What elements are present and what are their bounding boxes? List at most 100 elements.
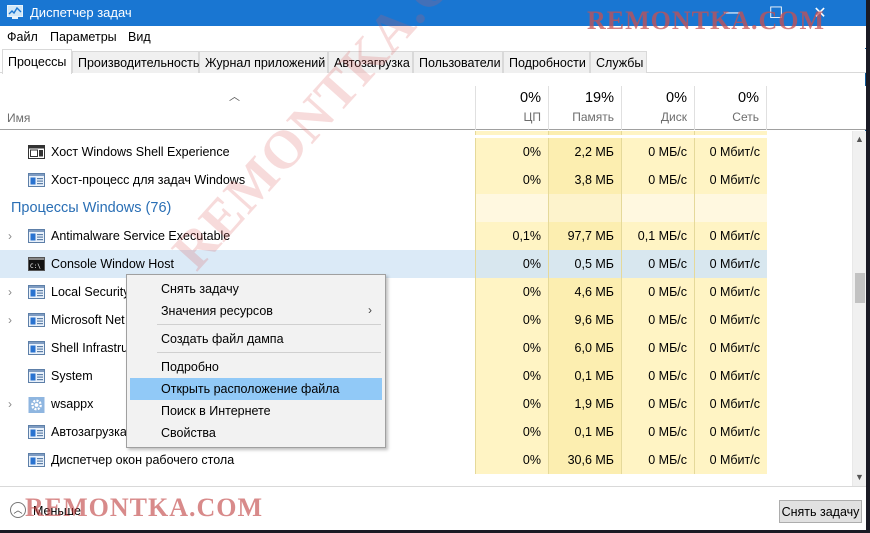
memory-label: Память xyxy=(572,110,614,124)
scrollbar-thumb[interactable] xyxy=(855,273,865,303)
cpu-total: 0% xyxy=(520,90,541,106)
menu-item-label: Свойства xyxy=(161,426,216,440)
menu-item-label: Подробно xyxy=(161,360,219,374)
disk-cell: 0 МБ/с xyxy=(621,334,694,362)
task-manager-window: Диспетчер задач — ☐ ✕ Файл Параметры Вид… xyxy=(0,0,866,530)
memory-cell: 0,5 МБ xyxy=(548,250,621,278)
network-cell: 0 Мбит/с xyxy=(694,250,767,278)
memory-total: 19% xyxy=(584,90,614,106)
minimize-button[interactable]: — xyxy=(710,0,754,26)
disk-cell: 0 МБ/с xyxy=(621,278,694,306)
maximize-button[interactable]: ☐ xyxy=(754,0,798,26)
process-name-cell: Хост-процесс для задач Windows xyxy=(0,166,475,194)
context-menu-item[interactable]: Снять задачу xyxy=(130,278,382,300)
process-row[interactable]: Диспетчер окон рабочего стола 0% 30,6 МБ… xyxy=(0,446,852,474)
column-network[interactable]: 0% Сеть xyxy=(694,86,767,130)
network-cell: 0 Мбит/с xyxy=(694,222,767,250)
cpu-label: ЦП xyxy=(523,110,541,124)
process-row[interactable]: Хост-процесс для задач Windows 0% 3,8 МБ… xyxy=(0,166,852,194)
network-cell: 0 Мбит/с xyxy=(694,362,767,390)
disk-cell: 0 МБ/с xyxy=(621,250,694,278)
disk-cell: 0,1 МБ/с xyxy=(621,222,694,250)
column-memory[interactable]: 19% Память xyxy=(548,86,621,130)
cpu-cell: 0,1% xyxy=(475,222,548,250)
tab-details[interactable]: Подробности xyxy=(503,51,590,73)
memory-cell: 97,7 МБ xyxy=(548,222,621,250)
menu-file[interactable]: Файл xyxy=(7,30,38,44)
context-menu: Снять задачу Значения ресурсов › Создать фа… xyxy=(126,274,386,448)
tab-bar: Процессы Производительность Журнал прило… xyxy=(0,49,866,74)
menu-item-label: Снять задачу xyxy=(161,282,239,296)
network-label: Сеть xyxy=(732,110,759,124)
process-name: Хост Windows Shell Experience xyxy=(51,145,230,159)
svg-text:C:\: C:\ xyxy=(30,263,41,270)
process-row[interactable]: Хост Windows Shell Experience 0% 2,2 МБ … xyxy=(0,138,852,166)
network-cell: 0 Мбит/с xyxy=(694,446,767,474)
group-label: Процессы Windows (76) xyxy=(11,200,172,216)
disk-cell: 0 МБ/с xyxy=(621,306,694,334)
cpu-cell: 0% xyxy=(475,362,548,390)
network-total: 0% xyxy=(738,90,759,106)
memory-cell: 1,9 МБ xyxy=(548,390,621,418)
tab-services[interactable]: Службы xyxy=(590,51,647,73)
group-header[interactable]: Процессы Windows (76) xyxy=(0,194,852,222)
process-name-cell: › Antimalware Service Executable xyxy=(0,222,475,250)
cpu-cell: 0% xyxy=(475,278,548,306)
expand-chevron-icon[interactable]: › xyxy=(8,285,12,299)
menu-separator xyxy=(157,324,381,325)
footer: ︿ Меньше Снять задачу xyxy=(0,486,866,530)
context-menu-item[interactable]: Значения ресурсов › xyxy=(130,300,382,322)
context-menu-item[interactable]: Подробно xyxy=(130,356,382,378)
expand-chevron-icon[interactable]: › xyxy=(8,229,12,243)
process-name: Хост-процесс для задач Windows xyxy=(51,173,246,187)
tab-users[interactable]: Пользователи xyxy=(413,51,503,73)
column-header: ︿ Имя 0% ЦП 19% Память 0% Диск 0% Сеть xyxy=(0,86,866,130)
title-bar[interactable]: Диспетчер задач — ☐ ✕ xyxy=(0,0,866,26)
tab-app-history[interactable]: Журнал приложений xyxy=(199,51,328,73)
context-menu-item[interactable]: Создать файл дампа xyxy=(130,328,382,350)
process-window-icon xyxy=(28,173,45,187)
end-task-button[interactable]: Снять задачу xyxy=(779,500,862,523)
context-menu-item[interactable]: Поиск в Интернете xyxy=(130,400,382,422)
process-name: Microsoft Net xyxy=(51,313,125,327)
scroll-down-icon[interactable]: ▼ xyxy=(853,469,866,486)
column-name[interactable]: Имя xyxy=(7,111,30,125)
menu-view[interactable]: Вид xyxy=(128,30,151,44)
expand-chevron-icon[interactable]: › xyxy=(8,313,12,327)
window-title: Диспетчер задач xyxy=(30,5,132,20)
process-name-cell: Диспетчер окон рабочего стола xyxy=(0,446,475,474)
tab-performance[interactable]: Производительность xyxy=(72,51,199,73)
cpu-cell: 0% xyxy=(475,166,548,194)
close-button[interactable]: ✕ xyxy=(798,0,842,26)
memory-cell: 0,1 МБ xyxy=(548,418,621,446)
memory-cell: 30,6 МБ xyxy=(548,446,621,474)
network-cell: 0 Мбит/с xyxy=(694,418,767,446)
expand-chevron-icon[interactable]: › xyxy=(8,397,12,411)
vertical-scrollbar[interactable]: ▲ ▼ xyxy=(852,131,866,486)
process-name: Диспетчер окон рабочего стола xyxy=(51,453,235,467)
process-name: Автозагрузка xyxy=(51,425,127,439)
process-row[interactable]: › Antimalware Service Executable 0,1% 97… xyxy=(0,222,852,250)
cpu-cell: 0% xyxy=(475,446,548,474)
process-name: Shell Infrastruc xyxy=(51,341,135,355)
tab-startup[interactable]: Автозагрузка xyxy=(328,51,413,73)
fewer-details-link[interactable]: Меньше xyxy=(33,504,81,518)
scroll-up-icon[interactable]: ▲ xyxy=(853,131,866,148)
process-window-icon xyxy=(28,229,45,243)
context-menu-item[interactable]: Свойства xyxy=(130,422,382,444)
menu-item-label: Создать файл дампа xyxy=(161,332,284,346)
disk-cell: 0 МБ/с xyxy=(621,362,694,390)
column-cpu[interactable]: 0% ЦП xyxy=(475,86,548,130)
memory-cell: 0,1 МБ xyxy=(548,362,621,390)
disk-cell: 0 МБ/с xyxy=(621,418,694,446)
process-window-icon xyxy=(28,425,45,439)
tab-processes[interactable]: Процессы xyxy=(2,49,72,74)
network-cell: 0 Мбит/с xyxy=(694,278,767,306)
column-disk[interactable]: 0% Диск xyxy=(621,86,694,130)
context-menu-item[interactable]: Открыть расположение файла xyxy=(130,378,382,400)
disk-cell: 0 МБ/с xyxy=(621,166,694,194)
menu-options[interactable]: Параметры xyxy=(50,30,117,44)
process-window-icon xyxy=(28,341,45,355)
chevron-up-icon[interactable]: ︿ xyxy=(10,502,26,518)
disk-label: Диск xyxy=(660,110,687,124)
